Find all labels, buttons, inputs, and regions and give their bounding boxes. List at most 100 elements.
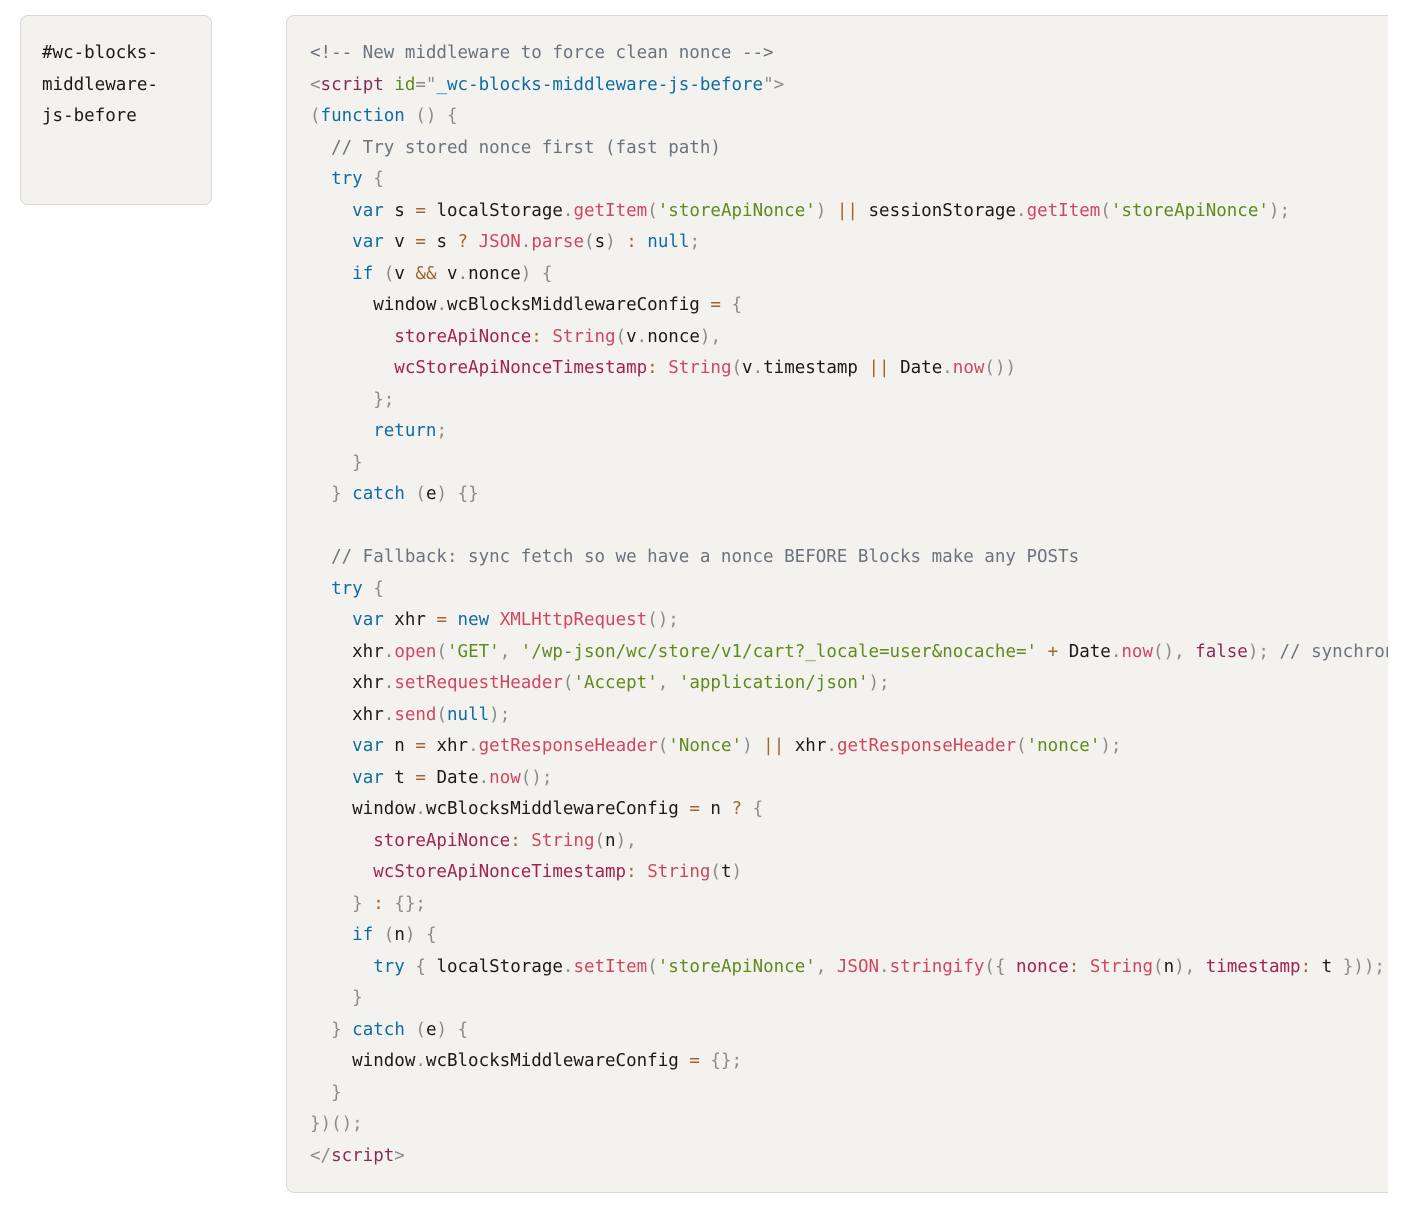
- code-token-plain: xhr: [310, 673, 384, 693]
- code-token-keyword: catch: [352, 484, 405, 504]
- code-token-punct: {: [752, 799, 764, 819]
- code-token-punct: (: [1100, 200, 1111, 221]
- code-token-plain: wcBlocksMiddlewareConfig: [425, 799, 690, 819]
- code-line: }: [310, 1078, 1388, 1110]
- code-line: <!-- New middleware to force clean nonce…: [310, 38, 1388, 70]
- code-token-keyword: var: [352, 232, 384, 252]
- code-line: (function () {: [310, 101, 1388, 133]
- code-token-func: String: [647, 862, 711, 882]
- code-token-plain: Date: [425, 767, 479, 788]
- code-line: var s = localStorage.getItem('storeApiNo…: [310, 196, 1388, 228]
- code-token-string: 'GET': [447, 641, 500, 662]
- code-token-func: open: [394, 641, 437, 662]
- code-token-punct: {: [731, 295, 743, 315]
- code-token-punct: .: [1016, 200, 1027, 221]
- code-token-func: send: [394, 704, 437, 725]
- code-token-plain: timestamp: [763, 358, 869, 378]
- code-token-plain: window: [310, 799, 416, 819]
- code-token-keyword: new: [457, 610, 490, 630]
- code-token-comment: // synchronous: [1279, 641, 1388, 662]
- code-token-prop: wcStoreApiNonceTimestamp: [394, 358, 648, 378]
- code-token-punct: (: [383, 925, 395, 945]
- code-token-punct: }: [331, 1082, 342, 1103]
- code-token-punct: (: [436, 704, 448, 725]
- code-line: try { localStorage.setItem('storeApiNonc…: [310, 952, 1388, 984]
- code-token-op: ?: [457, 232, 469, 252]
- code-token-punct: .: [942, 358, 953, 378]
- code-line: var n = xhr.getResponseHeader('Nonce') |…: [310, 731, 1388, 763]
- code-token-punct: {};: [710, 1051, 743, 1071]
- code-token-func: getResponseHeader: [478, 736, 658, 756]
- code-token-plain: s: [594, 232, 606, 252]
- code-token-keyword: null: [447, 704, 490, 725]
- code-token-plain: n: [605, 830, 616, 851]
- code-token-punct: ;: [689, 232, 700, 252]
- code-token-plain: v: [436, 263, 458, 284]
- code-token-plain: xhr: [310, 641, 384, 662]
- code-token-keyword: function: [320, 106, 405, 126]
- code-token-punct: }: [352, 988, 363, 1008]
- code-token-keyword: try: [373, 956, 405, 977]
- code-token-string: 'storeApiNonce': [657, 200, 816, 221]
- code-token-punct: .: [415, 1051, 426, 1071]
- code-token-func: getResponseHeader: [836, 736, 1017, 756]
- code-token-func: setItem: [573, 956, 648, 977]
- code-token-prop: storeApiNonce: [373, 830, 511, 851]
- code-line: }: [310, 448, 1388, 480]
- code-token-tag: script: [331, 1145, 395, 1166]
- code-token-punct: }: [331, 1019, 342, 1040]
- code-token-punct: .: [478, 767, 490, 788]
- code-token-op: :: [531, 326, 542, 347]
- code-content[interactable]: <!-- New middleware to force clean nonce…: [310, 38, 1388, 1172]
- code-token-plain: v: [742, 358, 753, 378]
- code-token-punct: }: [331, 484, 342, 504]
- code-token-keyword: catch: [352, 1019, 405, 1040]
- code-token-punct: <: [310, 74, 321, 95]
- code-token-punct: ()): [984, 358, 1017, 378]
- code-token-op: +: [1047, 641, 1059, 662]
- code-block[interactable]: <!-- New middleware to force clean nonce…: [286, 15, 1388, 1193]
- code-token-plain: e: [425, 484, 437, 504]
- code-line: xhr.open('GET', '/wp-json/wc/store/v1/ca…: [310, 637, 1388, 669]
- code-token-plain: sessionStorage: [857, 200, 1017, 221]
- code-line: var v = s ? JSON.parse(s) : null;: [310, 227, 1388, 259]
- code-token-punct: {: [415, 956, 426, 977]
- code-token-punct: ): [731, 862, 743, 882]
- code-token-punct: ,: [815, 956, 827, 977]
- code-token-punct: (: [647, 956, 658, 977]
- code-line: <script id="_wc-blocks-middleware-js-bef…: [310, 70, 1388, 102]
- code-token-plain: window: [310, 295, 437, 315]
- code-line: xhr.send(null);: [310, 700, 1388, 732]
- code-token-punct: .: [383, 641, 395, 662]
- code-token-plain: s: [383, 200, 416, 221]
- code-token-punct: {};: [394, 893, 426, 914]
- code-token-func: getItem: [573, 200, 648, 221]
- code-token-punct: </: [310, 1145, 332, 1166]
- code-token-string: 'nonce': [1026, 736, 1101, 756]
- code-token-func: String: [531, 830, 595, 851]
- code-token-op: =: [415, 736, 426, 756]
- code-token-punct: (: [436, 641, 448, 662]
